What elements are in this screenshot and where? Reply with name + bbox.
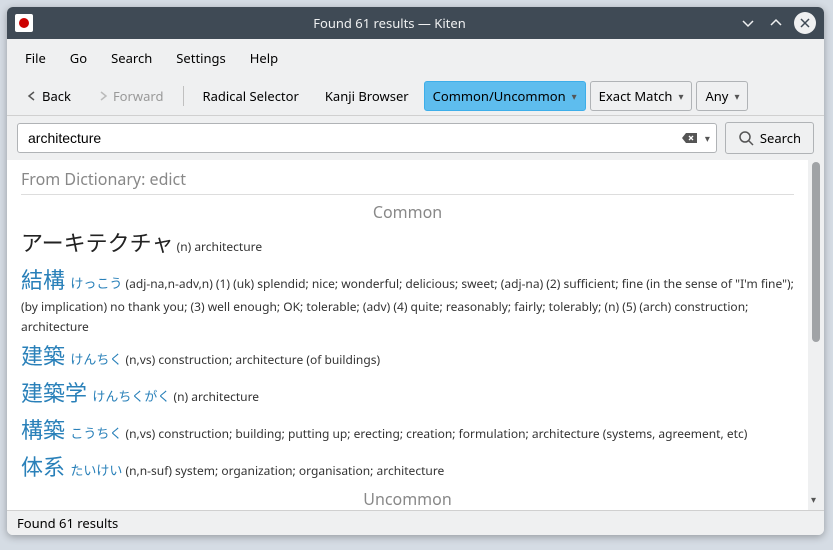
app-window: Found 61 results — Kiten File Go Search … (7, 7, 824, 535)
scrollbar[interactable]: ▾ (808, 160, 824, 510)
arrow-left-icon (26, 90, 38, 102)
entry-reading[interactable]: こうちく (67, 424, 122, 442)
menu-settings[interactable]: Settings (166, 45, 235, 71)
menu-file[interactable]: File (15, 45, 56, 71)
dictionary-entry: 構築 こうちく (n,vs) construction; building; p… (21, 414, 794, 447)
arrow-right-icon (97, 90, 109, 102)
toolbar: Back Forward Radical Selector Kanji Brow… (7, 77, 824, 116)
clear-icon[interactable] (681, 131, 699, 145)
titlebar: Found 61 results — Kiten (7, 7, 824, 39)
entry-definition: (n,n-suf) system; organization; organisa… (122, 462, 444, 479)
back-button[interactable]: Back (15, 81, 82, 111)
section-uncommon: Uncommon (21, 488, 794, 510)
menu-search[interactable]: Search (101, 45, 162, 71)
entry-reading[interactable]: たいけい (67, 461, 122, 479)
entry-reading[interactable]: けんちく (67, 350, 122, 368)
entry-definition: (adj-na,n-adv,n) (1) (uk) splendid; nice… (21, 275, 794, 335)
entry-definition: (n,vs) construction; building; putting u… (122, 425, 747, 442)
chevron-down-icon[interactable]: ▾ (705, 131, 710, 145)
entry-word[interactable]: 構築 (21, 415, 65, 445)
entry-definition: (n) architecture (173, 238, 262, 255)
menubar: File Go Search Settings Help (7, 39, 824, 77)
kanji-browser-button[interactable]: Kanji Browser (314, 81, 420, 111)
any-label: Any (705, 87, 728, 105)
entry-definition: (n) architecture (170, 388, 259, 405)
common-uncommon-dropdown[interactable]: Common/Uncommon ▾ (424, 81, 586, 111)
search-input[interactable] (24, 126, 681, 150)
minimize-button[interactable] (738, 13, 758, 33)
dictionary-entry: 体系 たいけい (n,n-suf) system; organization; … (21, 451, 794, 484)
scroll-down-icon[interactable]: ▾ (811, 492, 816, 506)
back-label: Back (42, 87, 71, 105)
filter-dropdown[interactable]: Any ▾ (696, 81, 748, 111)
scroll-thumb[interactable] (812, 162, 820, 342)
search-button[interactable]: Search (725, 122, 814, 154)
maximize-button[interactable] (766, 13, 786, 33)
exact-label: Exact Match (599, 87, 673, 105)
statusbar: Found 61 results (7, 510, 824, 535)
radical-selector-button[interactable]: Radical Selector (192, 81, 310, 111)
dictionary-entry: 結構 けっこう (adj-na,n-adv,n) (1) (uk) splend… (21, 264, 794, 336)
content-area: From Dictionary: edict Common アーキテクチャ (n… (7, 160, 824, 510)
searchbar: ▾ Search (7, 116, 824, 160)
chevron-down-icon: ▾ (678, 89, 683, 103)
entry-word[interactable]: アーキテクチャ (21, 228, 173, 258)
dictionary-entry: アーキテクチャ (n) architecture (21, 227, 794, 260)
forward-button: Forward (86, 81, 175, 111)
window-title: Found 61 results — Kiten (41, 14, 738, 32)
dictionary-entry: 建築 けんちく (n,vs) construction; architectur… (21, 340, 794, 373)
chevron-down-icon: ▾ (572, 89, 577, 103)
entry-word[interactable]: 体系 (21, 452, 65, 482)
dictionary-entry: 建築学 けんちくがく (n) architecture (21, 377, 794, 410)
entry-word[interactable]: 建築 (21, 341, 65, 371)
divider (21, 194, 794, 195)
chevron-down-icon: ▾ (734, 89, 739, 103)
search-button-label: Search (760, 129, 801, 147)
search-icon (738, 130, 754, 146)
entry-definition: (n,vs) construction; architecture (of bu… (122, 351, 380, 368)
separator (183, 86, 184, 106)
entry-reading[interactable]: けんちくがく (89, 387, 170, 405)
entry-reading[interactable]: けっこう (67, 274, 122, 292)
entry-word[interactable]: 建築学 (21, 378, 87, 408)
menu-go[interactable]: Go (60, 45, 97, 71)
dictionary-header: From Dictionary: edict (21, 168, 794, 190)
section-common: Common (21, 201, 794, 223)
common-label: Common/Uncommon (433, 87, 566, 105)
app-icon (15, 14, 33, 32)
results-content: From Dictionary: edict Common アーキテクチャ (n… (7, 160, 808, 510)
search-input-wrap: ▾ (17, 123, 717, 153)
forward-label: Forward (113, 87, 164, 105)
match-type-dropdown[interactable]: Exact Match ▾ (590, 81, 693, 111)
entry-word[interactable]: 結構 (21, 265, 65, 295)
menu-help[interactable]: Help (240, 45, 288, 71)
close-button[interactable] (794, 12, 816, 34)
